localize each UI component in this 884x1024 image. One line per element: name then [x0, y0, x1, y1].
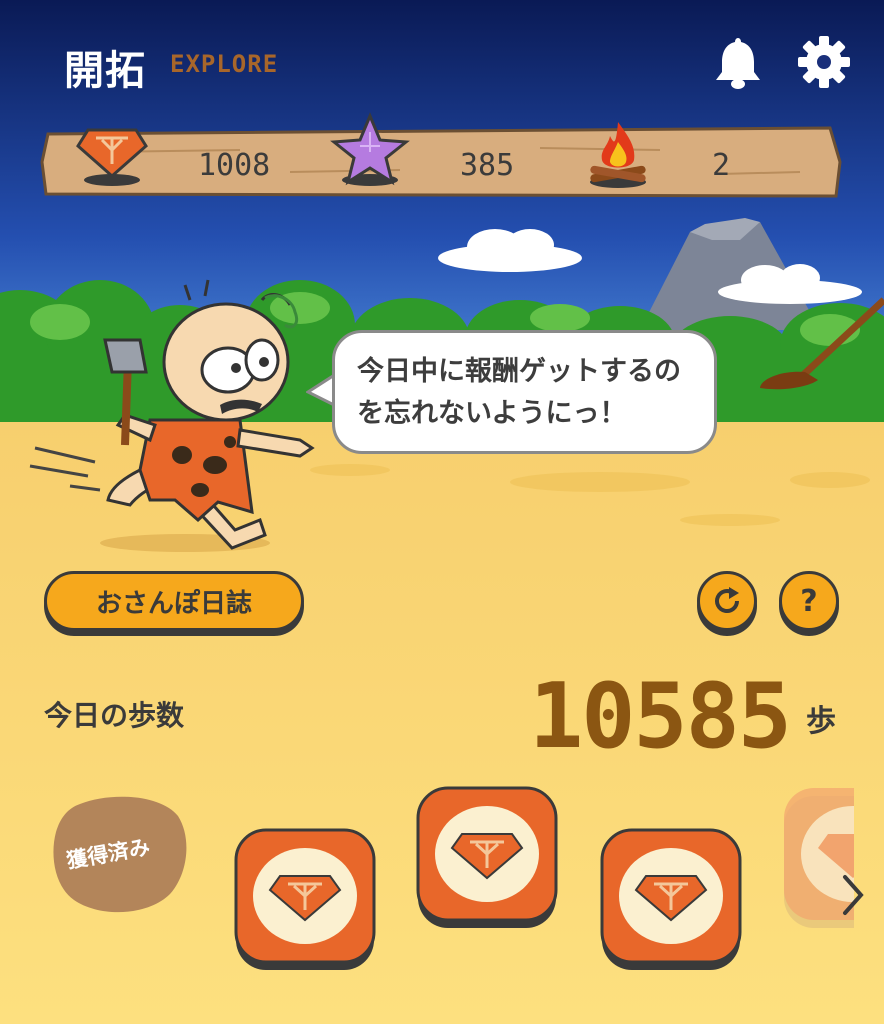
gear-icon[interactable] [796, 34, 852, 90]
purple-star-icon [330, 112, 410, 186]
page-title: 開拓 [64, 48, 146, 94]
speech-bubble: 今日中に報酬ゲットするのを忘れないようにっ！ [332, 330, 717, 454]
bell-icon[interactable] [714, 34, 762, 90]
speech-bubble-text: 今日中に報酬ゲットするのを忘れないようにっ！ [357, 356, 681, 429]
chevron-right-icon[interactable] [840, 872, 866, 918]
stat-gem-count: 1008 [198, 148, 271, 183]
orange-gem-icon [76, 128, 148, 186]
reward-card[interactable] [232, 826, 378, 972]
stat-star-count: 385 [460, 148, 515, 183]
refresh-button[interactable] [697, 571, 757, 631]
reward-card[interactable] [598, 826, 744, 972]
walk-diary-button[interactable]: おさんぽ日誌 [44, 571, 304, 631]
refresh-icon [715, 587, 739, 613]
help-button[interactable]: ? [779, 571, 839, 631]
steps-unit: 歩 [806, 704, 836, 739]
steps-label: 今日の歩数 [44, 699, 185, 732]
page-subtitle: EXPLORE [170, 50, 279, 78]
campfire-icon [590, 122, 646, 188]
steps-value: 10585 [529, 664, 792, 769]
stat-campfire-count: 2 [712, 148, 731, 183]
reward-card[interactable] [414, 784, 560, 930]
